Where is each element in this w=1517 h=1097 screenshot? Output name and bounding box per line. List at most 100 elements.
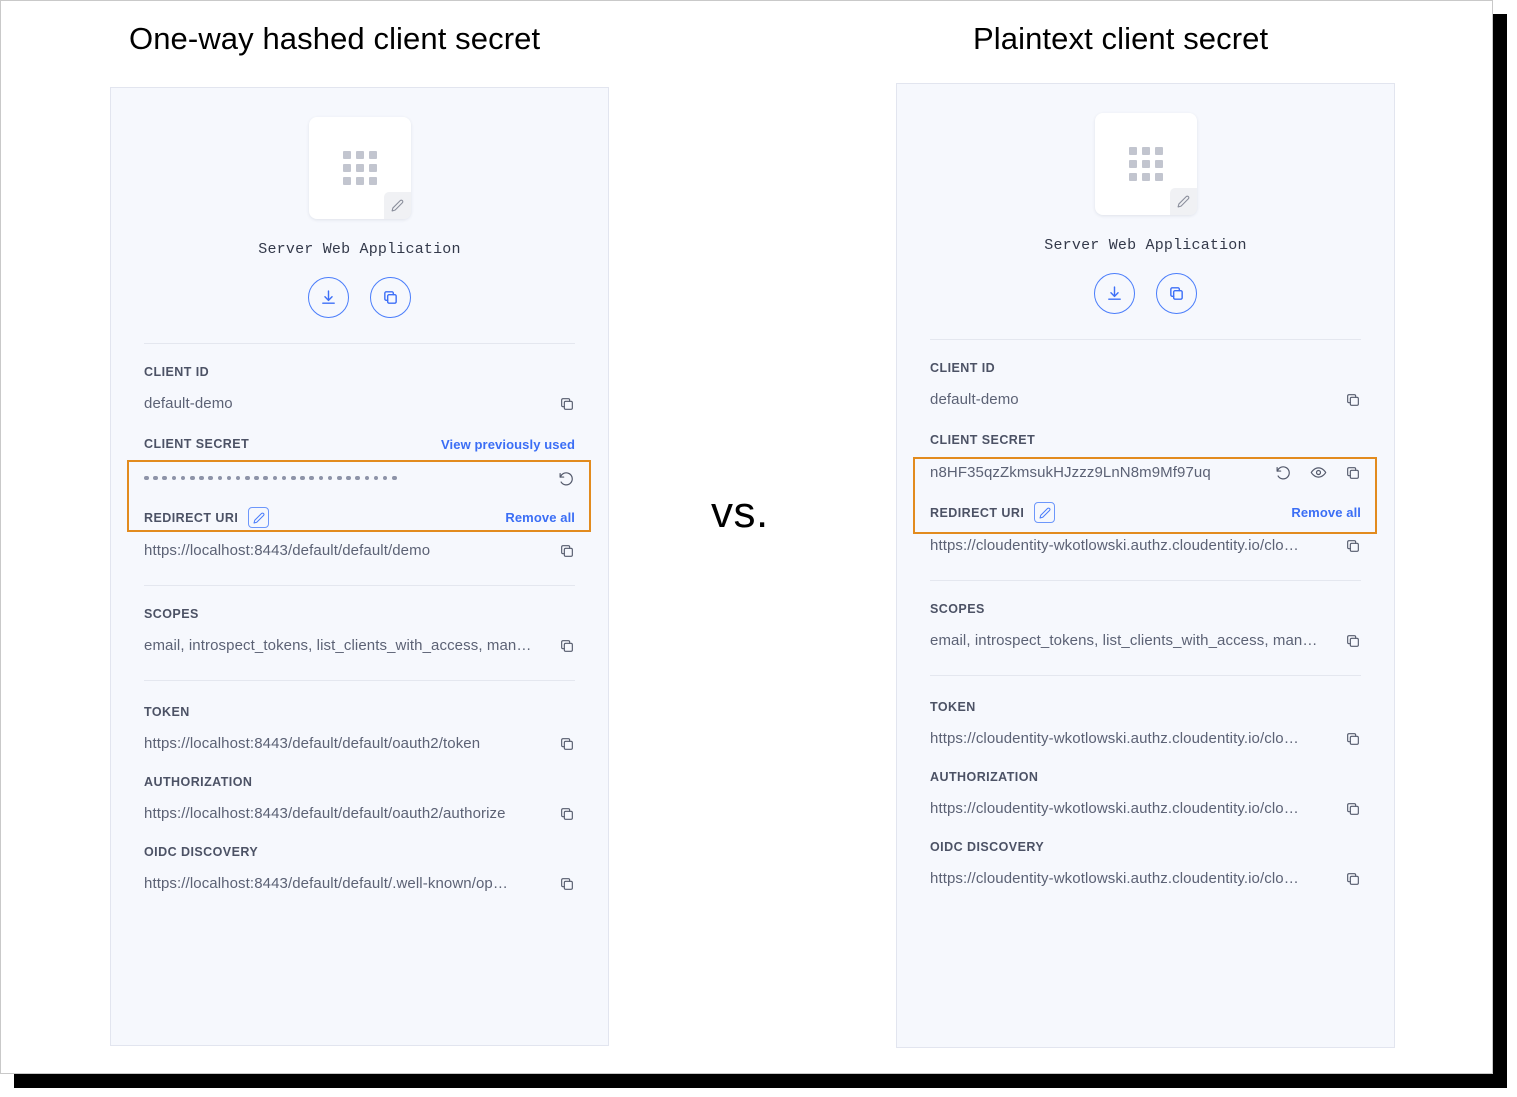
remove-all-link[interactable]: Remove all (1291, 505, 1361, 520)
field-client-secret: CLIENT SECRET n8HF35qzZkmsukHJzzz9LnN8m9… (930, 408, 1361, 481)
pencil-icon (1039, 507, 1051, 518)
client-id-value: default-demo (144, 395, 233, 412)
avatar (1094, 113, 1197, 215)
copy-redirect-uri-button[interactable] (1345, 538, 1361, 554)
token-label: TOKEN (144, 705, 190, 719)
plaintext-secret-card: Server Web Application CLIENT ID default… (896, 83, 1395, 1048)
field-redirect-uri: REDIRECT URI Remove all https://cloudent… (930, 481, 1361, 554)
copy-redirect-uri-button[interactable] (559, 543, 575, 559)
copy-icon (561, 639, 573, 652)
edit-avatar-button[interactable] (1169, 188, 1197, 215)
card-actions (930, 273, 1361, 314)
field-redirect-uri: REDIRECT URI Remove all https://localhos… (144, 487, 575, 559)
copy-icon (561, 877, 573, 890)
authorization-label: AUTHORIZATION (930, 770, 1039, 784)
redirect-uri-value: https://localhost:8443/default/default/d… (144, 542, 431, 559)
regenerate-secret-button[interactable] (1275, 464, 1292, 481)
versus-label: vs. (711, 488, 769, 537)
pencil-icon (391, 199, 403, 212)
regenerate-secret-button[interactable] (558, 470, 575, 487)
copy-client-id-button[interactable] (559, 396, 575, 412)
field-authorization: AUTHORIZATION https://cloudentity-wkotlo… (930, 747, 1361, 817)
client-id-label: CLIENT ID (144, 365, 210, 379)
client-secret-label: CLIENT SECRET (144, 437, 250, 451)
copy-button[interactable] (370, 277, 411, 318)
pencil-icon (1177, 195, 1189, 208)
redirect-uri-label: REDIRECT URI (144, 510, 239, 525)
oidc-discovery-value: https://localhost:8443/default/default/.… (144, 875, 508, 892)
scopes-label: SCOPES (930, 602, 985, 616)
oidc-discovery-label: OIDC DISCOVERY (930, 840, 1045, 854)
download-icon (1108, 286, 1121, 300)
copy-authorization-button[interactable] (1345, 801, 1361, 817)
client-id-value: default-demo (930, 391, 1019, 408)
copy-icon (561, 807, 573, 820)
copy-icon (1347, 732, 1359, 745)
app-avatar-wrap (144, 88, 575, 219)
rotate-left-icon (1276, 466, 1290, 480)
card-actions (144, 277, 575, 318)
left-column-title: One-way hashed client secret (129, 21, 541, 56)
remove-all-link[interactable]: Remove all (505, 510, 575, 525)
copy-client-secret-button[interactable] (1345, 465, 1361, 481)
app-name: Server Web Application (258, 241, 461, 258)
field-authorization: AUTHORIZATION https://localhost:8443/def… (144, 752, 575, 822)
download-icon (322, 290, 335, 304)
copy-authorization-button[interactable] (559, 806, 575, 822)
grid-icon (1128, 147, 1163, 181)
edit-redirect-uri-button[interactable] (248, 507, 270, 528)
field-client-id: CLIENT ID default-demo (930, 340, 1361, 408)
copy-scopes-button[interactable] (559, 638, 575, 654)
scopes-value: email, introspect_tokens, list_clients_w… (144, 637, 532, 654)
copy-oidc-discovery-button[interactable] (1345, 871, 1361, 887)
copy-icon (1347, 393, 1359, 406)
copy-icon (561, 397, 573, 410)
token-value: https://cloudentity-wkotlowski.authz.clo… (930, 730, 1299, 747)
copy-button[interactable] (1156, 273, 1197, 314)
copy-icon (1347, 466, 1359, 479)
authorization-label: AUTHORIZATION (144, 775, 253, 789)
app-avatar-wrap (930, 84, 1361, 215)
eye-icon (1310, 467, 1327, 478)
scopes-label: SCOPES (144, 607, 199, 621)
copy-icon (1347, 539, 1359, 552)
token-value: https://localhost:8443/default/default/o… (144, 735, 481, 752)
view-previously-used-link[interactable]: View previously used (441, 437, 575, 452)
token-label: TOKEN (930, 700, 976, 714)
download-button[interactable] (308, 277, 349, 318)
grid-icon (342, 151, 377, 185)
pencil-icon (253, 512, 265, 523)
authorization-value: https://cloudentity-wkotlowski.authz.clo… (930, 800, 1299, 817)
copy-icon (561, 544, 573, 557)
hashed-secret-card: Server Web Application CLIENT ID default… (110, 87, 609, 1046)
field-client-id: CLIENT ID default-demo (144, 344, 575, 412)
field-token: TOKEN https://localhost:8443/default/def… (144, 681, 575, 752)
copy-icon (384, 291, 397, 304)
edit-avatar-button[interactable] (383, 192, 411, 219)
copy-client-id-button[interactable] (1345, 392, 1361, 408)
redirect-uri-value: https://cloudentity-wkotlowski.authz.clo… (930, 537, 1299, 554)
copy-oidc-discovery-button[interactable] (559, 876, 575, 892)
copy-token-button[interactable] (1345, 731, 1361, 747)
copy-icon (561, 737, 573, 750)
toggle-secret-visibility-button[interactable] (1310, 464, 1327, 481)
client-id-label: CLIENT ID (930, 361, 996, 375)
copy-token-button[interactable] (559, 736, 575, 752)
download-button[interactable] (1094, 273, 1135, 314)
field-client-secret: CLIENT SECRET View previously used (144, 412, 575, 487)
redirect-uri-label: REDIRECT URI (930, 505, 1025, 520)
copy-icon (1347, 634, 1359, 647)
field-token: TOKEN https://cloudentity-wkotlowski.aut… (930, 676, 1361, 747)
avatar (308, 117, 411, 219)
field-scopes: SCOPES email, introspect_tokens, list_cl… (144, 586, 575, 654)
oidc-discovery-value: https://cloudentity-wkotlowski.authz.clo… (930, 870, 1299, 887)
rotate-left-icon (559, 471, 573, 485)
edit-redirect-uri-button[interactable] (1034, 502, 1056, 523)
copy-icon (1347, 872, 1359, 885)
scopes-value: email, introspect_tokens, list_clients_w… (930, 632, 1318, 649)
client-secret-label: CLIENT SECRET (930, 433, 1036, 447)
copy-icon (1170, 287, 1183, 300)
authorization-value: https://localhost:8443/default/default/o… (144, 805, 506, 822)
copy-scopes-button[interactable] (1345, 633, 1361, 649)
masked-secret-value (144, 469, 397, 487)
